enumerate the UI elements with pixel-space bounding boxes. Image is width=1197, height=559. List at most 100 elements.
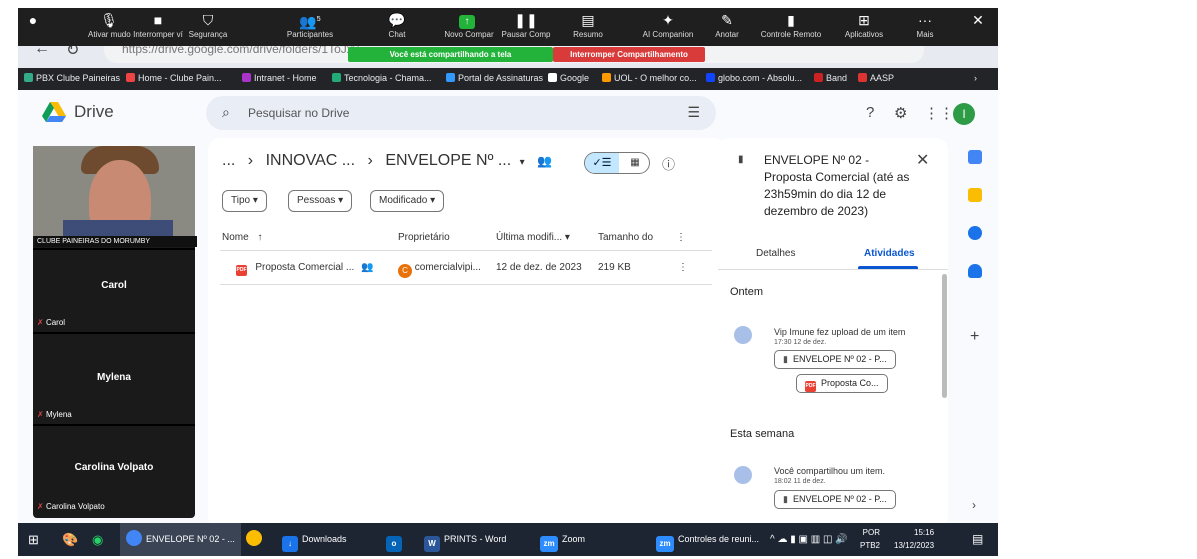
taskbar-chrome-window[interactable]: ENVELOPE Nº 02 - ... [120, 523, 241, 556]
grid-view-icon[interactable]: ▦ [620, 153, 650, 173]
windows-start-icon[interactable]: ⊞ [28, 523, 39, 556]
stop-share-button[interactable]: Interromper Compartilhamento [553, 47, 705, 62]
activity-folder-chip[interactable]: ▮ ENVELOPE Nº 02 - P... [774, 490, 896, 509]
pdf-icon: PDF [805, 381, 816, 392]
stop-video-button[interactable]: ■ Interromper ví [132, 8, 184, 46]
zoom-toolbar: ● 🎙 Ativar mudo ■ Interromper ví ⛉ Seguranç… [18, 8, 998, 46]
activity-text: Vip Imune fez upload de um item [774, 327, 906, 337]
info-icon[interactable]: ⓘ [662, 154, 675, 173]
taskbar-zoom[interactable]: zm Zoom [540, 523, 585, 556]
outlook-icon[interactable]: o [386, 523, 406, 556]
more-button[interactable]: ··· Mais [910, 8, 940, 46]
tab-details[interactable]: Detalhes [756, 248, 795, 259]
filter-people[interactable]: Pessoas ▾ [288, 190, 353, 212]
system-tray-icons[interactable]: ^ ☁ ▮ ▣ ▥ ◫ 🔊 [770, 523, 848, 556]
activity-time: 18:02 11 de dez. [774, 478, 826, 485]
bookmark-1[interactable]: Home - Clube Pain... [126, 73, 222, 83]
clock[interactable]: 15:16 13/12/2023 [894, 526, 934, 552]
drive-header: Drive ⌕ Pesquisar no Drive ☰ ? ⚙ ⋮⋮ I [18, 90, 998, 136]
breadcrumb-parent[interactable]: INNOVAC ... [266, 152, 356, 169]
security-button[interactable]: ⛉ Segurança [186, 8, 230, 46]
breadcrumb-current[interactable]: ENVELOPE Nº ... [385, 152, 511, 169]
participant-name: Mylena [97, 372, 131, 383]
keep-icon[interactable] [968, 188, 982, 202]
bookmark-3[interactable]: Tecnologia - Chama... [332, 73, 432, 83]
contacts-icon[interactable] [968, 264, 982, 278]
bookmark-6[interactable]: UOL - O melhor co... [602, 73, 697, 83]
details-panel: ▮ ENVELOPE Nº 02 - Proposta Comercial (a… [718, 138, 948, 528]
bookmark-0[interactable]: PBX Clube Paineiras [24, 73, 120, 83]
taskbar-meeting-controls[interactable]: zm Controles de reuni... [656, 523, 759, 556]
whatsapp-icon[interactable]: ◉ [92, 523, 103, 556]
avatar[interactable]: I [953, 103, 975, 125]
bookmark-4[interactable]: Portal de Assinaturas [446, 73, 543, 83]
column-more-icon[interactable]: ⋮ [676, 232, 686, 243]
ai-companion-button[interactable]: ✦ AI Companion [638, 8, 698, 46]
taskbar-downloads[interactable]: ↓ Downloads [282, 523, 347, 556]
bookmarks-more-icon[interactable]: › [974, 73, 977, 83]
gear-icon[interactable]: ⚙ [894, 104, 907, 122]
chat-icon: 💬 [388, 12, 406, 28]
paint-icon[interactable]: 🎨 [62, 523, 78, 556]
add-addon-icon[interactable]: + [970, 328, 979, 346]
apps-button[interactable]: ⊞ Aplicativos [838, 8, 890, 46]
tasks-icon[interactable] [968, 226, 982, 240]
apps-grid-icon[interactable]: ⋮⋮ [924, 104, 954, 122]
column-name[interactable]: Nome ↑ [222, 232, 262, 243]
mute-button[interactable]: 🎙 Ativar mudo [88, 8, 131, 46]
tab-activity[interactable]: Atividades [864, 248, 915, 259]
bookmark-2[interactable]: Intranet - Home [242, 73, 317, 83]
activity-text: Você compartilhou um item. [774, 466, 886, 476]
list-view-icon[interactable]: ✓☰ [585, 153, 619, 173]
chat-button[interactable]: 💬 Chat [382, 8, 412, 46]
close-icon[interactable]: ✕ [968, 8, 988, 46]
shield-icon: ⛉ [202, 12, 214, 28]
taskbar-word[interactable]: W PRINTS - Word [424, 523, 506, 556]
notifications-icon[interactable]: ▤ [972, 523, 983, 556]
chrome-icon [126, 530, 142, 546]
drive-logo-icon[interactable] [42, 102, 66, 122]
bookmark-8[interactable]: Band [814, 73, 847, 83]
column-modified[interactable]: Última modifi... ▾ [496, 232, 570, 243]
filter-icon[interactable]: ☰ [687, 104, 700, 121]
download-icon: ↓ [282, 536, 298, 552]
column-owner[interactable]: Proprietário [398, 232, 450, 243]
microphone-icon: 🎙 [100, 12, 118, 28]
breadcrumb-more[interactable]: ... [222, 152, 235, 169]
bookmark-5[interactable]: Google [548, 73, 589, 83]
shared-people-icon: 👥 [537, 154, 553, 168]
file-name[interactable]: PDF Proposta Comercial ... 👥 [236, 262, 374, 276]
folder-icon: ▮ [783, 494, 788, 504]
browser-window: ← ↻ https://drive.google.com/drive/folde… [18, 8, 998, 528]
activity-folder-chip[interactable]: ▮ ENVELOPE Nº 02 - P... [774, 350, 896, 369]
activity-file-chip[interactable]: PDF Proposta Co... [796, 374, 888, 393]
chrome-icon[interactable] [246, 523, 266, 556]
pause-share-button[interactable]: ❚❚ Pausar Comp [500, 8, 552, 46]
chevron-down-icon[interactable]: ▾ [520, 157, 525, 168]
bookmark-9[interactable]: AASP [858, 73, 894, 83]
screen: ← ↻ https://drive.google.com/drive/folde… [18, 8, 998, 556]
participants-button[interactable]: 👥5 Participantes [280, 8, 340, 46]
help-icon[interactable]: ? [866, 104, 874, 121]
activity-day: Ontem [730, 286, 764, 298]
row-more-icon[interactable]: ⋮ [678, 262, 688, 273]
language-indicator[interactable]: POR PTB2 [860, 526, 880, 552]
filter-modified[interactable]: Modificado ▾ [370, 190, 445, 212]
annotate-button[interactable]: ✎ Anotar [712, 8, 742, 46]
bookmark-7[interactable]: globo.com - Absolu... [706, 73, 802, 83]
view-toggle[interactable]: ✓☰ ▦ [584, 152, 650, 174]
chevron-right-icon[interactable]: › [972, 498, 976, 512]
zoom-icon: zm [656, 536, 674, 552]
muted-mic-icon: ✗ [37, 318, 44, 327]
calendar-icon[interactable] [968, 150, 982, 164]
windows-taskbar: ⊞ 🎨 ◉ ENVELOPE Nº 02 - ... ↓ Downloads o … [18, 523, 998, 556]
close-icon[interactable]: ✕ [916, 150, 929, 170]
search-placeholder: Pesquisar no Drive [248, 106, 350, 120]
summary-button[interactable]: ▤ Resumo [568, 8, 608, 46]
filter-type[interactable]: Tipo ▾ [222, 190, 267, 212]
remote-control-button[interactable]: ▮ Controle Remoto [758, 8, 824, 46]
scrollbar[interactable] [942, 274, 947, 398]
search-bar[interactable]: ⌕ Pesquisar no Drive ☰ [206, 96, 716, 130]
side-apps-rail: + › [956, 138, 998, 528]
column-size[interactable]: Tamanho do [598, 232, 653, 243]
